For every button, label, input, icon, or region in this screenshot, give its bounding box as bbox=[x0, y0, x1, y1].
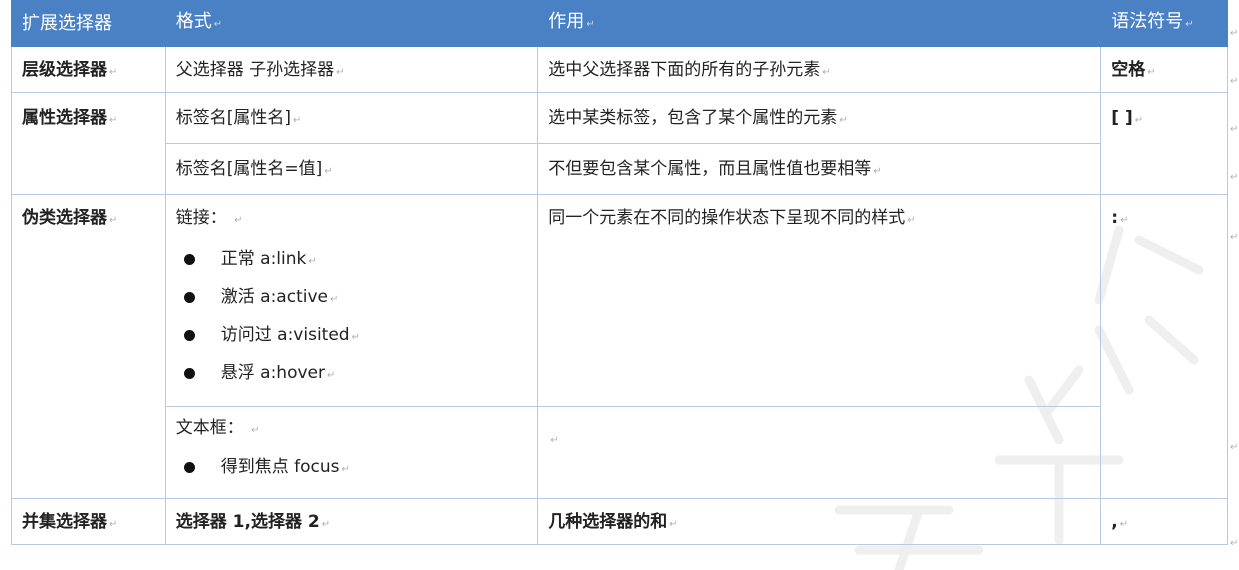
paragraph-mark: ↵ bbox=[109, 215, 118, 226]
cell-pseudo-effect: 同一个元素在不同的操作状态下呈现不同的样式 ↵ bbox=[537, 194, 1102, 407]
paragraph-mark: ↵ bbox=[550, 435, 559, 446]
cell-hierarchy-name: 层级选择器 ↵ bbox=[11, 46, 166, 93]
list-item: 访问过 a:visited ↵ bbox=[176, 320, 527, 358]
table-row-attribute-2: 标签名[属性名=值] ↵ 不但要包含某个属性，而且属性值也要相等 ↵ bbox=[12, 143, 1228, 195]
paragraph-mark: ↵ bbox=[213, 19, 223, 30]
cell-attribute-effect-1: 选中某类标签，包含了某个属性的元素 ↵ bbox=[537, 92, 1102, 144]
textbox-state-list: 得到焦点 focus ↵ bbox=[176, 452, 527, 486]
table-row-pseudo-textbox: 文本框： ↵ 得到焦点 focus ↵ ↵ bbox=[12, 406, 1228, 499]
paragraph-mark: ↵ bbox=[1147, 67, 1156, 78]
selector-table: 扩展选择器 格式 ↵ 作用 ↵ 语法符号 ↵ 层级选择器 ↵ 父选择器 子孙选择器 ↵ 选… bbox=[11, 0, 1228, 545]
link-heading: 链接： ↵ bbox=[175, 208, 243, 228]
row-end-mark: ↵ bbox=[1230, 28, 1239, 39]
cell-attribute-symbol: [ ] ↵ bbox=[1100, 92, 1228, 195]
paragraph-mark: ↵ bbox=[234, 215, 243, 226]
row-end-mark: ↵ bbox=[1230, 124, 1239, 135]
paragraph-mark: ↵ bbox=[109, 115, 118, 126]
cell-pseudo-symbol: : ↵ bbox=[1100, 194, 1228, 499]
row-end-mark: ↵ bbox=[1230, 172, 1239, 183]
paragraph-mark: ↵ bbox=[336, 67, 345, 78]
cell-union-name: 并集选择器 ↵ bbox=[11, 498, 166, 545]
paragraph-mark: ↵ bbox=[822, 67, 831, 78]
paragraph-mark: ↵ bbox=[1185, 19, 1194, 30]
table-row-hierarchy: 层级选择器 ↵ 父选择器 子孙选择器 ↵ 选中父选择器下面的所有的子孙元素 ↵ 空格 ↵ bbox=[11, 46, 1228, 93]
row-end-mark: ↵ bbox=[1230, 442, 1239, 453]
table-row-attribute-1: 属性选择器 ↵ 标签名[属性名] ↵ 选中某类标签，包含了某个属性的元素 ↵ [ ] ↵ bbox=[11, 92, 1228, 195]
list-item: 得到焦点 focus ↵ bbox=[176, 452, 527, 486]
paragraph-mark: ↵ bbox=[586, 19, 595, 30]
cell-attribute-format-2: 标签名[属性名=值] ↵ bbox=[164, 143, 539, 195]
paragraph-mark: ↵ bbox=[351, 332, 360, 343]
table-header-row: 扩展选择器 格式 ↵ 作用 ↵ 语法符号 ↵ bbox=[11, 0, 1228, 47]
paragraph-mark: ↵ bbox=[109, 519, 118, 530]
cell-pseudo-textbox-format: 文本框： ↵ 得到焦点 focus ↵ bbox=[164, 406, 539, 499]
cell-hierarchy-effect: 选中父选择器下面的所有的子孙元素 ↵ bbox=[537, 46, 1102, 93]
paragraph-mark: ↵ bbox=[839, 115, 848, 126]
document-page: 扩展选择器 格式 ↵ 作用 ↵ 语法符号 ↵ 层级选择器 ↵ 父选择器 子孙选择器 ↵ 选… bbox=[0, 0, 1239, 570]
paragraph-mark: ↵ bbox=[321, 519, 331, 530]
row-end-mark: ↵ bbox=[1230, 538, 1239, 549]
paragraph-mark: ↵ bbox=[873, 166, 882, 177]
cell-attribute-effect-2: 不但要包含某个属性，而且属性值也要相等 ↵ bbox=[537, 143, 1102, 195]
header-extended-selector: 扩展选择器 bbox=[11, 0, 166, 47]
cell-pseudo-link-format: 链接： ↵ 正常 a:link ↵ 激活 a:active ↵ 访问过 a:visi… bbox=[164, 194, 539, 407]
paragraph-mark: ↵ bbox=[326, 370, 336, 381]
paragraph-mark: ↵ bbox=[1119, 519, 1129, 530]
cell-union-format: 选择器 1,选择器 2 ↵ bbox=[164, 498, 539, 545]
paragraph-mark: ↵ bbox=[669, 519, 678, 530]
cell-hierarchy-format: 父选择器 子孙选择器 ↵ bbox=[164, 46, 539, 93]
paragraph-mark: ↵ bbox=[341, 464, 350, 475]
row-end-mark: ↵ bbox=[1230, 76, 1239, 87]
paragraph-mark: ↵ bbox=[293, 115, 302, 126]
list-item: 激活 a:active ↵ bbox=[176, 282, 527, 320]
header-effect: 作用 ↵ bbox=[537, 0, 1102, 47]
cell-union-effect: 几种选择器的和 ↵ bbox=[537, 498, 1102, 545]
list-item: 正常 a:link ↵ bbox=[176, 244, 527, 282]
row-end-mark: ↵ bbox=[1230, 232, 1239, 243]
cell-attribute-name: 属性选择器 ↵ bbox=[11, 92, 166, 195]
textbox-heading: 文本框： ↵ bbox=[175, 418, 260, 438]
cell-union-symbol: , ↵ bbox=[1100, 498, 1228, 545]
paragraph-mark: ↵ bbox=[109, 67, 118, 78]
paragraph-mark: ↵ bbox=[907, 215, 916, 226]
cell-hierarchy-symbol: 空格 ↵ bbox=[1100, 46, 1228, 93]
header-format: 格式 ↵ bbox=[164, 0, 539, 47]
cell-pseudo-name: 伪类选择器 ↵ bbox=[11, 194, 166, 499]
paragraph-mark: ↵ bbox=[308, 256, 317, 267]
paragraph-mark: ↵ bbox=[329, 294, 339, 305]
paragraph-mark: ↵ bbox=[1120, 215, 1129, 226]
link-state-list: 正常 a:link ↵ 激活 a:active ↵ 访问过 a:visited ↵ 悬… bbox=[176, 244, 527, 396]
paragraph-mark: ↵ bbox=[1134, 115, 1144, 126]
table-row-pseudo-link: 伪类选择器 ↵ 链接： ↵ 正常 a:link ↵ 激活 a:active ↵ 访问过… bbox=[11, 194, 1228, 499]
cell-pseudo-textbox-effect: ↵ bbox=[537, 406, 1102, 499]
table-row-union: 并集选择器 ↵ 选择器 1,选择器 2 ↵ 几种选择器的和 ↵ , ↵ bbox=[11, 498, 1228, 545]
cell-attribute-format-1: 标签名[属性名] ↵ bbox=[164, 92, 539, 144]
header-syntax-symbol: 语法符号 ↵ bbox=[1100, 0, 1228, 47]
paragraph-mark: ↵ bbox=[324, 166, 333, 177]
paragraph-mark: ↵ bbox=[251, 425, 260, 436]
list-item: 悬浮 a:hover ↵ bbox=[176, 358, 527, 396]
